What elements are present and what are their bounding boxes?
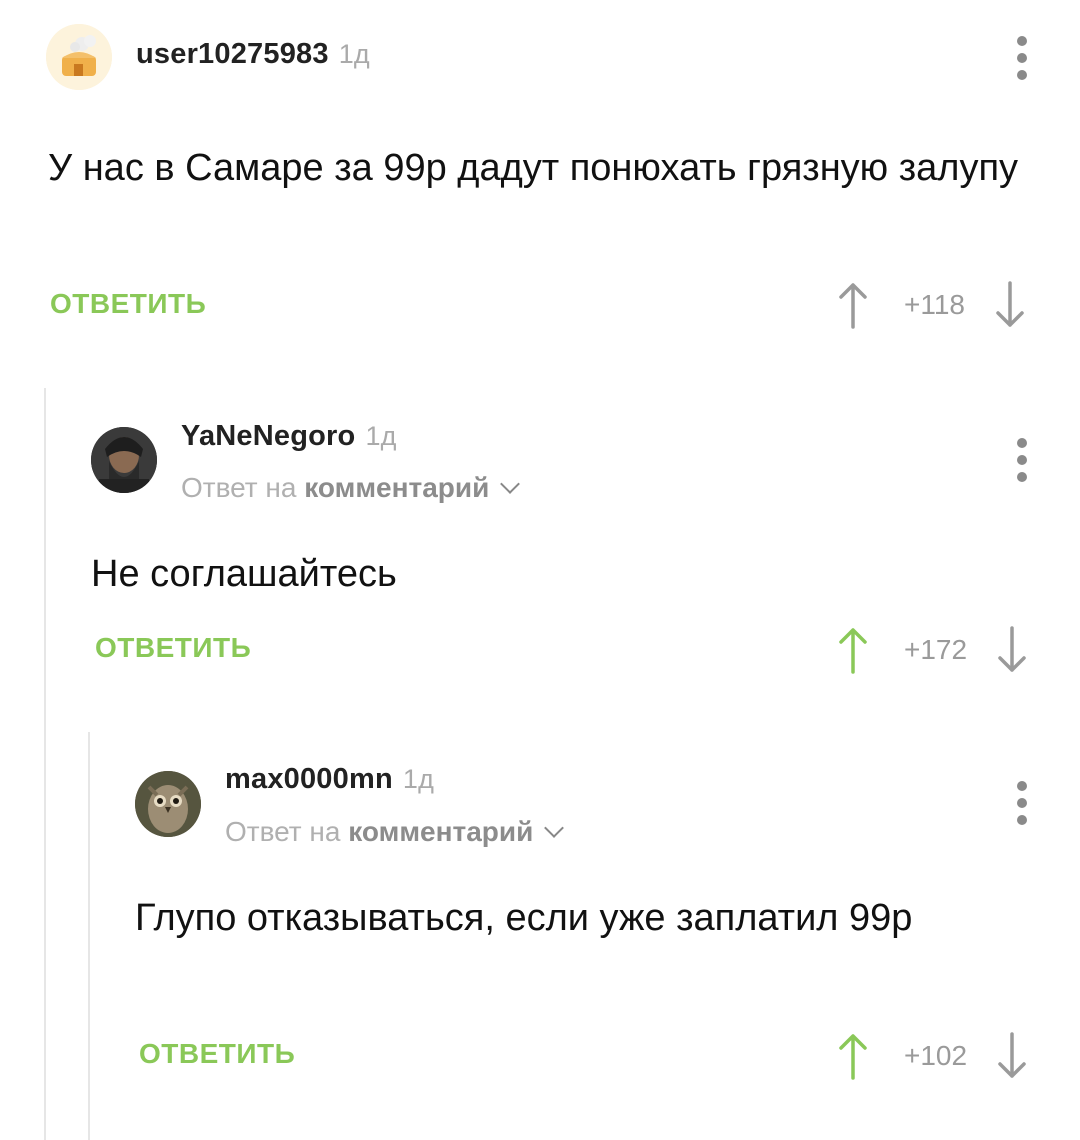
vote-controls: +102 <box>838 1031 1027 1081</box>
avatar[interactable] <box>46 24 112 90</box>
comment-time: 1д <box>338 39 370 69</box>
more-vertical-icon[interactable] <box>1015 36 1029 80</box>
reply-to-line: Ответ на комментарий <box>181 472 521 504</box>
reply-to-link[interactable]: комментарий <box>348 816 533 847</box>
reply-to-prefix: Ответ на <box>181 472 297 503</box>
vote-score: +118 <box>904 289 965 320</box>
username[interactable]: YaNeNegoro 1д <box>181 420 397 453</box>
comment-text: Глупо отказываться, если уже заплатил 99… <box>135 897 913 939</box>
username-text[interactable]: user10275983 <box>136 38 329 70</box>
reply-button[interactable]: ОТВЕТИТЬ <box>95 632 251 664</box>
reply-to-line: Ответ на комментарий <box>225 816 565 848</box>
upvote-arrow-icon[interactable] <box>838 281 868 329</box>
upvote-arrow-icon[interactable] <box>838 626 868 674</box>
avatar[interactable] <box>135 771 201 837</box>
reply-to-link[interactable]: комментарий <box>304 472 489 503</box>
chevron-down-icon[interactable] <box>500 474 521 494</box>
username-text[interactable]: YaNeNegoro <box>181 420 355 452</box>
thread-line-level-2 <box>88 732 90 1140</box>
avatar-image <box>135 771 201 837</box>
reply-to-prefix: Ответ на <box>225 816 341 847</box>
vote-score: +102 <box>904 1040 968 1071</box>
more-vertical-icon[interactable] <box>1015 781 1029 825</box>
avatar-image <box>91 427 157 493</box>
username[interactable]: user10275983 1д <box>136 38 370 71</box>
reply-button[interactable]: ОТВЕТИТЬ <box>139 1038 295 1070</box>
downvote-arrow-icon[interactable] <box>997 626 1027 674</box>
upvote-arrow-icon[interactable] <box>838 1032 868 1080</box>
downvote-arrow-icon[interactable] <box>997 1032 1027 1080</box>
vote-controls: +118 <box>838 280 1025 330</box>
chevron-down-icon[interactable] <box>544 818 565 838</box>
comment-text: Не соглашайтесь <box>91 553 397 595</box>
thread-line-level-1 <box>44 388 46 1140</box>
reply-button[interactable]: ОТВЕТИТЬ <box>50 288 206 320</box>
comment-time: 1д <box>402 764 435 794</box>
avatar[interactable] <box>91 427 157 493</box>
comment-time: 1д <box>365 421 397 451</box>
downvote-arrow-icon[interactable] <box>995 281 1025 329</box>
vote-score: +172 <box>904 634 968 665</box>
vote-controls: +172 <box>838 625 1027 675</box>
more-vertical-icon[interactable] <box>1015 438 1029 482</box>
comment-text: У нас в Самаре за 99р дадут понюхать гря… <box>48 147 1019 189</box>
username[interactable]: max0000mn 1д <box>225 763 434 796</box>
avatar-image <box>46 24 112 90</box>
username-text[interactable]: max0000mn <box>225 763 393 795</box>
